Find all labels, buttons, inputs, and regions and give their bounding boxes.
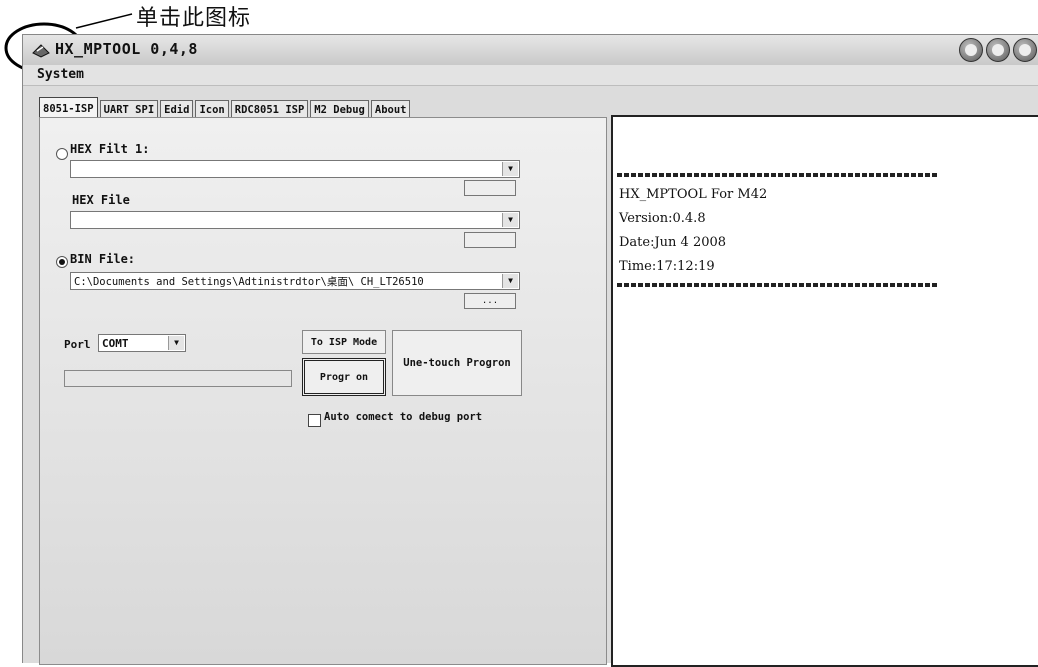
log-line: Time:17:12:19 [619,259,715,274]
app-icon[interactable] [31,41,51,59]
hex-file1-combo[interactable]: ▼ [70,160,520,178]
close-icon[interactable] [1013,38,1037,62]
one-touch-program-button[interactable]: Une-touch Progron [392,330,522,396]
hex-file-combo[interactable]: ▼ [70,211,520,229]
maximize-icon[interactable] [986,38,1010,62]
program-button[interactable]: Progr on [302,358,386,396]
hex-file1-browse-button[interactable] [464,180,516,196]
bin-file-browse-button[interactable]: ... [464,293,516,309]
log-separator [617,173,937,177]
bin-file-combo[interactable]: C:\Documents and Settings\Adtinistrdtor\… [70,272,520,290]
port-select[interactable]: COMT ▼ [98,334,186,352]
tab-strip: 8051-ISP UART SPI Edid Icon RDC8051 ISP … [39,97,412,119]
annotation-label: 单击此图标 [136,6,252,31]
minimize-icon[interactable] [959,38,983,62]
menu-system[interactable]: System [37,67,84,82]
auto-connect-label: Auto comect to debug port [324,411,483,423]
menu-bar: System [23,65,1038,86]
title-bar: HX_MPTOOL 0,4,8 [23,35,1038,66]
bin-file-value: C:\Documents and Settings\Adtinistrdtor\… [74,276,424,288]
hex-file-label: HEX File [72,193,130,207]
to-isp-mode-button[interactable]: To ISP Mode [302,330,386,354]
chevron-down-icon[interactable]: ▼ [168,336,184,350]
bin-file-radio[interactable] [56,256,68,268]
window-title: HX_MPTOOL 0,4,8 [55,40,198,58]
log-output: HX_MPTOOL For M42 Version:0.4.8 Date:Jun… [611,115,1038,667]
hex-file-browse-button[interactable] [464,232,516,248]
chevron-down-icon[interactable]: ▼ [502,162,518,176]
app-window: HX_MPTOOL 0,4,8 System 8051-ISP UART SPI… [22,34,1038,667]
progress-bar [64,370,292,387]
bin-file-label: BIN File: [70,252,136,266]
isp-panel: HEX Filt 1: ▼ HEX File ▼ BIN File: C:\Do… [39,117,607,665]
hex-file1-label: HEX Filt 1: [70,142,150,156]
hex-file1-radio[interactable] [56,148,68,160]
log-line: HX_MPTOOL For M42 [619,187,768,202]
port-value: COMT [102,337,129,350]
auto-connect-checkbox[interactable] [308,414,321,427]
log-line: Version:0.4.8 [619,211,706,226]
log-separator [617,283,937,287]
log-line: Date:Jun 4 2008 [619,235,727,250]
tab-8051-isp[interactable]: 8051-ISP [39,97,98,119]
chevron-down-icon[interactable]: ▼ [502,213,518,227]
chevron-down-icon[interactable]: ▼ [502,274,518,288]
port-label: Porl [64,338,91,351]
